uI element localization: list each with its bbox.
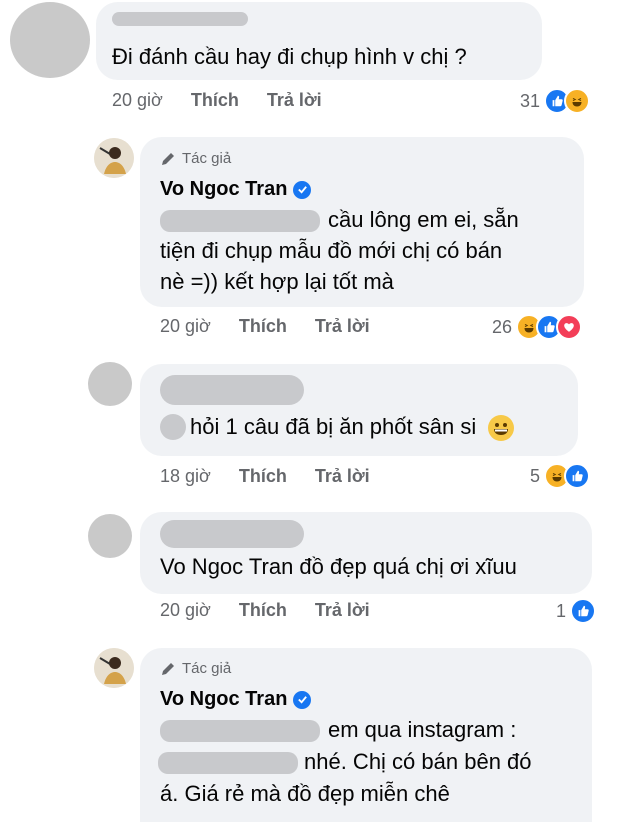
comment-text-line-3: á. Giá rẻ mà đồ đẹp miễn chê [160,781,450,806]
avatar[interactable] [88,362,132,406]
blurred-username [112,12,248,26]
comment-actions: 20 giờ Thích Trả lời [160,600,370,621]
comment-text-line-1: cầu lông em ei, sẵn [328,207,519,232]
like-icon [564,463,591,489]
grinning-emoji-icon [488,415,515,442]
author-avatar[interactable] [94,648,134,688]
timestamp[interactable]: 20 giờ [160,600,211,621]
comment-text-line-1: em qua instagram : [328,717,517,742]
reaction-summary[interactable]: 26 [492,314,583,340]
pencil-icon [162,152,174,165]
pencil-icon [162,662,174,675]
reaction-count: 31 [520,90,541,111]
reaction-count: 1 [556,600,567,621]
blurred-instagram-handle [158,752,298,774]
author-badge: Tác giả [160,660,231,677]
author-name-text: Vo Ngoc Tran [160,688,288,710]
blurred-username [160,375,304,405]
blurred-mention [160,720,320,742]
like-button[interactable]: Thích [239,316,287,337]
comment-actions: 18 giờ Thích Trả lời [160,466,370,487]
timestamp[interactable]: 20 giờ [112,90,163,111]
comment-text-line-2: nhé. Chị có bán bên đó [304,749,532,774]
comment-text: Vo Ngoc Tran đồ đẹp quá chị ơi xĩuu [160,554,517,579]
reaction-summary[interactable]: 1 [556,598,597,624]
author-name[interactable]: Vo Ngoc Tran [160,688,312,711]
reaction-summary[interactable]: 5 [530,463,591,489]
author-tag-label: Tác giả [182,660,232,677]
reply-button[interactable]: Trả lời [267,90,322,111]
avatar[interactable] [88,514,132,558]
blurred-username [160,520,304,548]
comment-text: hỏi 1 câu đã bị ăn phốt sân si [190,412,515,442]
blurred-mention [160,210,320,232]
verified-icon [293,690,312,709]
like-button[interactable]: Thích [191,90,239,111]
love-icon [556,314,583,340]
timestamp[interactable]: 20 giờ [160,316,211,337]
reply-button[interactable]: Trả lời [315,466,370,487]
reaction-count: 26 [492,316,513,337]
comment-text-line-2: tiện đi chụp mẫu đồ mới chị có bán [160,238,503,263]
author-badge: Tác giả [160,150,231,167]
author-name[interactable]: Vo Ngoc Tran [160,178,312,201]
comment-text: Đi đánh cầu hay đi chụp hình v chị ? [112,44,467,69]
like-button[interactable]: Thích [239,600,287,621]
author-name-text: Vo Ngoc Tran [160,178,288,200]
like-icon [570,598,597,624]
comment-actions: 20 giờ Thích Trả lời [112,90,322,111]
reaction-count: 5 [530,465,541,486]
timestamp[interactable]: 18 giờ [160,466,211,487]
comment-text-body: hỏi 1 câu đã bị ăn phốt sân si [190,414,477,439]
comment-actions: 20 giờ Thích Trả lời [160,316,370,337]
comment-text-line-3: nè =)) kết hợp lại tốt mà [160,269,394,294]
reply-button[interactable]: Trả lời [315,600,370,621]
author-tag-label: Tác giả [182,150,232,167]
reply-button[interactable]: Trả lời [315,316,370,337]
avatar[interactable] [10,2,90,78]
blurred-mention [160,414,186,440]
haha-icon [564,88,591,114]
reaction-summary[interactable]: 31 [520,88,591,114]
verified-icon [293,180,312,199]
author-avatar[interactable] [94,138,134,178]
like-button[interactable]: Thích [239,466,287,487]
